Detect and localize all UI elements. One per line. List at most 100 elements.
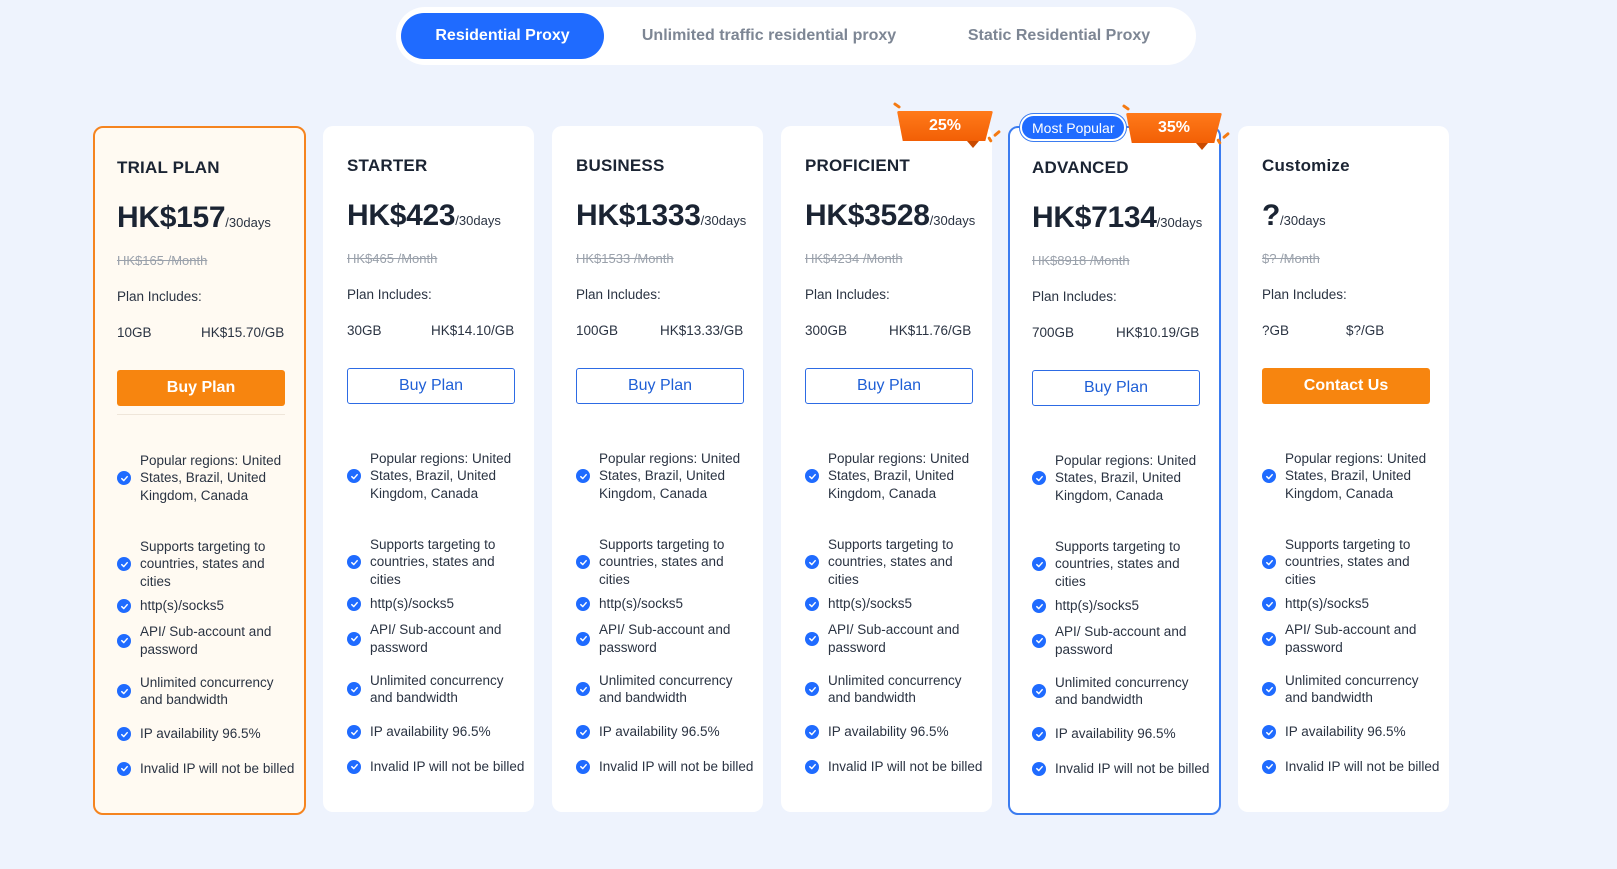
check-circle-icon: [1032, 557, 1046, 571]
feature-item: Supports targeting to countries, states …: [1262, 536, 1442, 588]
feature-text: IP availability 96.5%: [828, 724, 949, 740]
feature-item: IP availability 96.5%: [576, 723, 756, 741]
plan-price-per-gb: HK$14.10/GB: [431, 323, 515, 338]
plan-name: Customize: [1262, 156, 1350, 175]
plan-period: /30days: [700, 213, 747, 228]
feature-text: Unlimited concurrency and bandwidth: [828, 672, 962, 706]
feature-text: IP availability 96.5%: [1285, 724, 1406, 740]
plan-traffic-amount: 300GB: [805, 323, 848, 338]
check-circle-icon: [1032, 684, 1046, 698]
feature-item: IP availability 96.5%: [1262, 723, 1442, 741]
check-circle-icon: [1032, 471, 1046, 485]
feature-item: IP availability 96.5%: [805, 723, 985, 741]
plan-name: BUSINESS: [576, 156, 665, 175]
feature-text: Supports targeting to countries, states …: [1285, 536, 1411, 587]
feature-item: Unlimited concurrency and bandwidth: [576, 663, 756, 715]
feature-text: Popular regions: United States, Brazil, …: [599, 450, 741, 501]
price-row: HK$7134/30days: [1032, 201, 1202, 235]
plan-price: ?: [1262, 199, 1281, 232]
plan-includes-label: Plan Includes:: [1032, 289, 1117, 304]
buy-plan-button[interactable]: Buy Plan: [1032, 370, 1200, 406]
feature-item: Invalid IP will not be billed: [805, 749, 985, 784]
feature-text: Popular regions: United States, Brazil, …: [1285, 450, 1427, 501]
plan-traffic-amount: 30GB: [347, 323, 382, 338]
feature-item: Popular regions: United States, Brazil, …: [347, 441, 527, 511]
price-row: ?/30days: [1262, 199, 1326, 233]
tab-static-residential-proxy[interactable]: Static Residential Proxy: [934, 13, 1184, 59]
tab-residential-proxy[interactable]: Residential Proxy: [401, 13, 604, 59]
buy-plan-button[interactable]: Buy Plan: [576, 368, 744, 404]
check-circle-icon: [805, 631, 819, 646]
buy-plan-button[interactable]: Buy Plan: [117, 370, 285, 406]
check-circle-icon: [576, 725, 590, 739]
plan-name: PROFICIENT: [805, 156, 910, 175]
discount-badge: 25%: [897, 111, 993, 141]
check-circle-icon: [1032, 761, 1046, 776]
plan-period: /30days: [1156, 215, 1203, 230]
check-circle-icon: [576, 682, 590, 696]
feature-text: Supports targeting to countries, states …: [1055, 538, 1181, 589]
check-circle-icon: [1032, 633, 1046, 648]
feature-text: Popular regions: United States, Brazil, …: [1055, 452, 1197, 503]
feature-item: IP availability 96.5%: [347, 723, 527, 741]
plan-card-advanced: ADVANCED HK$7134/30days HK$8918 /Month Plan…: [1008, 103, 1231, 815]
check-circle-icon: [117, 599, 131, 613]
plan-includes-label: Plan Includes:: [117, 289, 202, 304]
buy-plan-button[interactable]: Buy Plan: [805, 368, 973, 404]
feature-text: Supports targeting to countries, states …: [828, 536, 954, 587]
feature-text: http(s)/socks5: [1055, 598, 1140, 614]
plan-card-customize: Customize ?/30days $? /Month Plan Includes:…: [1238, 126, 1449, 812]
check-circle-icon: [1262, 469, 1276, 483]
check-circle-icon: [347, 682, 361, 696]
feature-text: Popular regions: United States, Brazil, …: [370, 450, 512, 501]
check-circle-icon: [347, 759, 361, 774]
feature-text: Unlimited concurrency and bandwidth: [1285, 672, 1419, 706]
feature-item: Popular regions: United States, Brazil, …: [576, 441, 756, 511]
original-price: HK$1533 /Month: [576, 251, 674, 266]
check-circle-icon: [576, 555, 590, 569]
check-circle-icon: [576, 631, 590, 646]
feature-item: Invalid IP will not be billed: [1032, 751, 1212, 786]
feature-item: Invalid IP will not be billed: [347, 749, 527, 784]
check-circle-icon: [805, 469, 819, 483]
feature-text: IP availability 96.5%: [599, 724, 720, 740]
spark-decoration-icon: [1121, 103, 1131, 112]
feature-text: API/ Sub-account and password: [828, 622, 960, 655]
plan-traffic-amount: 10GB: [117, 325, 152, 340]
check-circle-icon: [805, 759, 819, 774]
buy-plan-button[interactable]: Buy Plan: [347, 368, 515, 404]
plan-card-business: BUSINESS HK$1333/30days HK$1533 /Month Plan…: [552, 126, 763, 812]
feature-text: http(s)/socks5: [370, 596, 455, 612]
spark-decoration-icon: [987, 136, 993, 143]
plan-price: HK$423: [347, 199, 456, 232]
feature-item: Unlimited concurrency and bandwidth: [117, 665, 297, 717]
plan-price-per-gb: HK$10.19/GB: [1116, 325, 1200, 340]
most-popular-badge: Most Popular: [1020, 114, 1127, 141]
feature-item: Supports targeting to countries, states …: [347, 536, 527, 588]
plan-includes-label: Plan Includes:: [576, 287, 661, 302]
feature-text: Invalid IP will not be billed: [599, 758, 754, 774]
tab-unlimited-traffic-residential-proxy[interactable]: Unlimited traffic residential proxy: [604, 13, 934, 59]
feature-item: Supports targeting to countries, states …: [117, 538, 297, 590]
original-price: HK$4234 /Month: [805, 251, 903, 266]
feature-text: API/ Sub-account and password: [599, 622, 731, 655]
feature-item: Popular regions: United States, Brazil, …: [1262, 441, 1442, 511]
check-circle-icon: [576, 759, 590, 774]
check-circle-icon: [576, 597, 590, 611]
check-circle-icon: [117, 684, 131, 698]
feature-item: http(s)/socks5: [1262, 595, 1442, 613]
feature-text: http(s)/socks5: [140, 598, 225, 614]
feature-item: API/ Sub-account and password: [1032, 623, 1212, 658]
plan-price: HK$3528: [805, 199, 930, 232]
plan-includes-label: Plan Includes:: [347, 287, 432, 302]
feature-item: API/ Sub-account and password: [347, 621, 527, 656]
check-circle-icon: [347, 725, 361, 739]
spark-decoration-icon: [892, 101, 902, 110]
plan-price-per-gb: HK$11.76/GB: [889, 323, 972, 338]
feature-item: Supports targeting to countries, states …: [576, 536, 756, 588]
plan-card-trial-plan: TRIAL PLAN HK$157/30days HK$165 /Month Plan…: [93, 126, 306, 815]
original-price: HK$465 /Month: [347, 251, 438, 266]
contact-us-button[interactable]: Contact Us: [1262, 368, 1430, 404]
check-circle-icon: [347, 555, 361, 569]
price-row: HK$423/30days: [347, 199, 501, 233]
